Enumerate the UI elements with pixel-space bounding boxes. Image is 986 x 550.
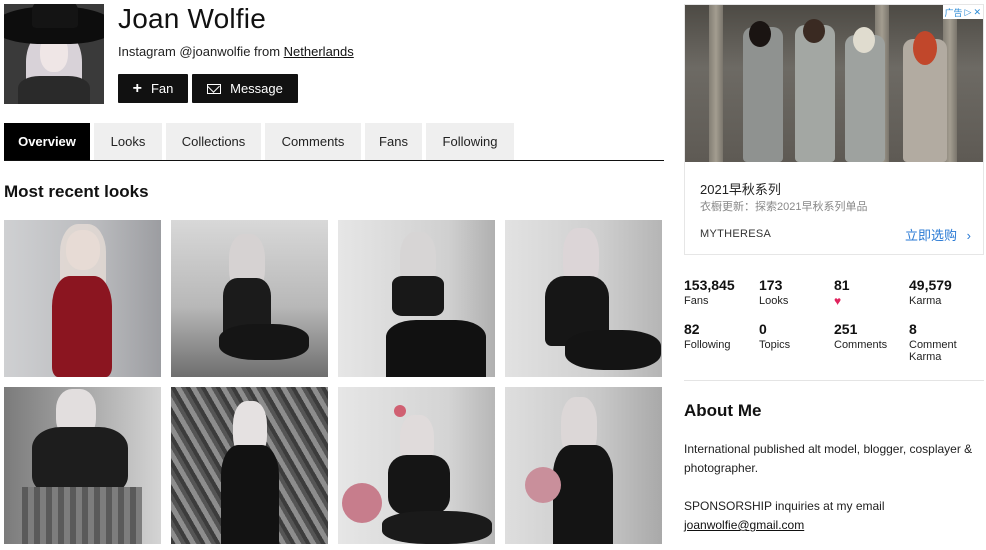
fan-button[interactable]: + Fan xyxy=(118,74,188,103)
info-icon: ▷ xyxy=(964,6,972,17)
tab-overview[interactable]: Overview xyxy=(4,123,90,160)
stat-comment-karma[interactable]: 8 Comment Karma xyxy=(909,321,979,363)
tab-following[interactable]: Following xyxy=(426,123,514,160)
heart-icon: ♥ xyxy=(834,294,842,308)
look-thumbnail-3[interactable] xyxy=(338,220,495,377)
ad-cta-button[interactable]: 立即选购 › xyxy=(905,225,971,244)
country-link[interactable]: Netherlands xyxy=(284,44,354,59)
tab-collections[interactable]: Collections xyxy=(166,123,261,160)
look-thumbnail-6[interactable] xyxy=(171,387,328,544)
ad-brand: MYTHERESA xyxy=(700,228,772,240)
look-thumbnail-8[interactable] xyxy=(505,387,662,544)
stat-topics[interactable]: 0 Topics xyxy=(759,321,790,351)
stat-following[interactable]: 82 Following xyxy=(684,321,730,351)
profile-tabs: Overview Looks Collections Comments Fans… xyxy=(4,123,664,161)
ad-subtitle: 衣橱更新：探索2021早秋系列单品 xyxy=(700,201,868,213)
fan-button-label: Fan xyxy=(150,81,174,96)
stat-karma[interactable]: 49,579 Karma xyxy=(909,277,952,307)
look-thumbnail-5[interactable] xyxy=(4,387,161,544)
plus-icon: + xyxy=(132,79,142,97)
chevron-right-icon: › xyxy=(966,228,971,243)
stat-hearts[interactable]: 81 ♥ xyxy=(834,277,850,308)
stat-looks[interactable]: 173 Looks xyxy=(759,277,788,307)
divider xyxy=(684,380,984,381)
profile-info: Instagram @joanwolfie from Netherlands xyxy=(118,44,354,59)
recent-looks-title: Most recent looks xyxy=(4,182,149,201)
look-thumbnail-2[interactable] xyxy=(171,220,328,377)
tab-fans[interactable]: Fans xyxy=(365,123,422,160)
profile-name: Joan Wolfie xyxy=(118,3,266,34)
look-thumbnail-4[interactable] xyxy=(505,220,662,377)
look-thumbnail-7[interactable] xyxy=(338,387,495,544)
avatar[interactable] xyxy=(4,4,104,104)
ad-title[interactable]: 2021早秋系列 xyxy=(700,179,781,198)
stat-fans[interactable]: 153,845 Fans xyxy=(684,277,735,307)
about-text: International published alt model, blogg… xyxy=(684,440,986,535)
message-button[interactable]: Message xyxy=(192,74,298,103)
about-sponsorship: SPONSORSHIP inquiries at my email xyxy=(684,499,885,513)
email-link[interactable]: joanwolfie@gmail.com xyxy=(684,518,804,532)
instagram-handle: Instagram @joanwolfie from xyxy=(118,44,284,59)
tab-comments[interactable]: Comments xyxy=(265,123,361,160)
tab-looks[interactable]: Looks xyxy=(94,123,162,160)
look-thumbnail-1[interactable] xyxy=(4,220,161,377)
envelope-icon xyxy=(207,83,222,94)
ad-image[interactable]: 广告 ▷ ✕ xyxy=(685,5,983,162)
stat-comments[interactable]: 251 Comments xyxy=(834,321,887,351)
close-icon[interactable]: ✕ xyxy=(973,7,981,18)
advertisement[interactable]: 广告 ▷ ✕ 2021早秋系列 衣橱更新：探索2021早秋系列单品 MYTHER… xyxy=(684,4,984,255)
about-title: About Me xyxy=(684,401,762,420)
about-bio: International published alt model, blogg… xyxy=(684,442,973,475)
ad-badge[interactable]: 广告 ▷ ✕ xyxy=(942,5,983,19)
message-button-label: Message xyxy=(230,81,283,96)
